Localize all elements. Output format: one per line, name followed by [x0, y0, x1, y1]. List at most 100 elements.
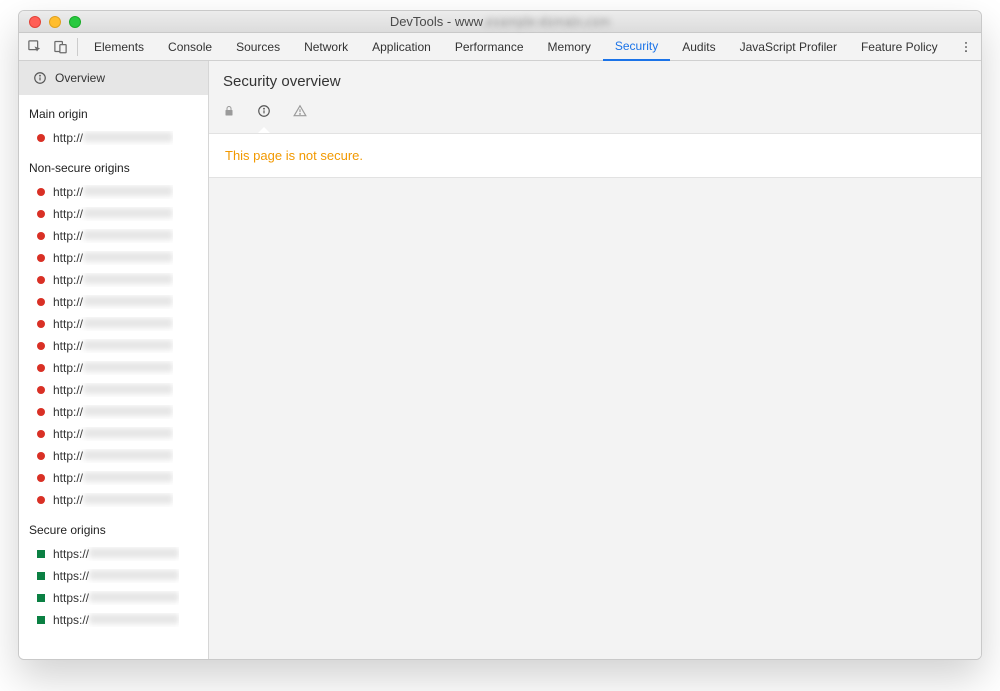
- origin-protocol: http://: [53, 493, 83, 507]
- origin-host-redacted: [83, 132, 173, 142]
- origin-item-secure[interactable]: https://: [19, 587, 208, 609]
- info-state-icon: [257, 104, 271, 121]
- origin-host-redacted: [83, 208, 173, 218]
- inspect-element-icon[interactable]: [21, 34, 47, 60]
- origin-protocol: http://: [53, 317, 83, 331]
- origin-protocol: http://: [53, 229, 83, 243]
- origin-item-insecure[interactable]: http://: [19, 269, 208, 291]
- insecure-indicator-icon: [37, 474, 45, 482]
- origin-item-insecure[interactable]: http://: [19, 225, 208, 247]
- origin-protocol: https://: [53, 569, 89, 583]
- tab-network[interactable]: Network: [292, 33, 360, 61]
- origin-protocol: http://: [53, 449, 83, 463]
- tab-elements[interactable]: Elements: [82, 33, 156, 61]
- origin-item-insecure[interactable]: http://: [19, 489, 208, 511]
- insecure-indicator-icon: [37, 452, 45, 460]
- security-message: This page is not secure.: [209, 133, 981, 178]
- section-title-non-secure: Non-secure origins: [19, 149, 208, 181]
- insecure-indicator-icon: [37, 496, 45, 504]
- origin-item-insecure[interactable]: http://: [19, 467, 208, 489]
- insecure-indicator-icon: [37, 232, 45, 240]
- info-icon: [33, 71, 47, 85]
- origin-host-redacted: [89, 548, 179, 558]
- insecure-indicator-icon: [37, 364, 45, 372]
- origin-host-redacted: [83, 296, 173, 306]
- origin-protocol: https://: [53, 591, 89, 605]
- origin-host-redacted: [83, 472, 173, 482]
- security-sidebar: Overview Main origin http:// Non-secure …: [19, 61, 209, 659]
- origin-host-redacted: [83, 274, 173, 284]
- insecure-indicator-icon: [37, 298, 45, 306]
- insecure-indicator-icon: [37, 408, 45, 416]
- tab-application[interactable]: Application: [360, 33, 443, 61]
- origin-host-redacted: [83, 186, 173, 196]
- origin-item-insecure[interactable]: http://: [19, 335, 208, 357]
- origin-protocol: http://: [53, 471, 83, 485]
- insecure-indicator-icon: [37, 320, 45, 328]
- origin-item-insecure[interactable]: http://: [19, 291, 208, 313]
- origin-item-secure[interactable]: https://: [19, 565, 208, 587]
- insecure-indicator-icon: [37, 134, 45, 142]
- minimize-window-button[interactable]: [49, 16, 61, 28]
- origin-host-redacted: [83, 318, 173, 328]
- origin-item-insecure[interactable]: http://: [19, 423, 208, 445]
- insecure-indicator-icon: [37, 276, 45, 284]
- origin-host-redacted: [83, 340, 173, 350]
- origin-protocol: http://: [53, 427, 83, 441]
- origin-host-redacted: [83, 384, 173, 394]
- origin-protocol: http://: [53, 185, 83, 199]
- origin-protocol: http://: [53, 361, 83, 375]
- origin-item-insecure[interactable]: http://: [19, 203, 208, 225]
- tab-feature-policy[interactable]: Feature Policy: [849, 33, 950, 61]
- origin-protocol: http://: [53, 207, 83, 221]
- origin-item-insecure[interactable]: http://: [19, 379, 208, 401]
- origin-protocol: http://: [53, 405, 83, 419]
- security-state-indicators: [209, 100, 981, 133]
- tab-security[interactable]: Security: [603, 33, 670, 61]
- more-options-icon[interactable]: [953, 34, 979, 60]
- origin-host-redacted: [89, 614, 179, 624]
- security-overview-title: Security overview: [223, 73, 967, 90]
- origin-host-redacted: [89, 570, 179, 580]
- origin-item-insecure[interactable]: http://: [19, 181, 208, 203]
- tab-javascript-profiler[interactable]: JavaScript Profiler: [728, 33, 849, 61]
- origin-host-redacted: [83, 494, 173, 504]
- insecure-indicator-icon: [37, 342, 45, 350]
- section-title-secure: Secure origins: [19, 511, 208, 543]
- maximize-window-button[interactable]: [69, 16, 81, 28]
- origin-protocol: https://: [53, 613, 89, 627]
- origin-protocol: http://: [53, 295, 83, 309]
- sidebar-overview-item[interactable]: Overview: [19, 61, 208, 95]
- origin-item-secure[interactable]: https://: [19, 543, 208, 565]
- main-panel-empty-area: [209, 178, 981, 659]
- close-window-button[interactable]: [29, 16, 41, 28]
- tab-performance[interactable]: Performance: [443, 33, 536, 61]
- tab-sources[interactable]: Sources: [224, 33, 292, 61]
- origin-item-insecure[interactable]: http://: [19, 357, 208, 379]
- origin-item-insecure[interactable]: http://: [19, 247, 208, 269]
- origin-host-redacted: [83, 428, 173, 438]
- origin-item-secure[interactable]: https://: [19, 609, 208, 631]
- origin-item-insecure[interactable]: http://: [19, 127, 208, 149]
- insecure-indicator-icon: [37, 188, 45, 196]
- security-main-panel: Security overview This page is not secur…: [209, 61, 981, 659]
- insecure-indicator-icon: [37, 430, 45, 438]
- panel-body: Overview Main origin http:// Non-secure …: [19, 61, 981, 659]
- origin-item-insecure[interactable]: http://: [19, 401, 208, 423]
- origin-item-insecure[interactable]: http://: [19, 313, 208, 335]
- device-toolbar-icon[interactable]: [47, 34, 73, 60]
- devtools-window: DevTools - www.example-domain.com Elemen…: [18, 10, 982, 660]
- warning-triangle-icon: [293, 104, 307, 121]
- secure-indicator-icon: [37, 550, 45, 558]
- secure-indicator-icon: [37, 616, 45, 624]
- tab-memory[interactable]: Memory: [536, 33, 603, 61]
- toolbar-divider: [77, 38, 78, 56]
- origin-protocol: http://: [53, 251, 83, 265]
- insecure-indicator-icon: [37, 254, 45, 262]
- origin-host-redacted: [83, 230, 173, 240]
- insecure-indicator-icon: [37, 386, 45, 394]
- origin-item-insecure[interactable]: http://: [19, 445, 208, 467]
- tab-console[interactable]: Console: [156, 33, 224, 61]
- origin-protocol: http://: [53, 339, 83, 353]
- tab-audits[interactable]: Audits: [670, 33, 727, 61]
